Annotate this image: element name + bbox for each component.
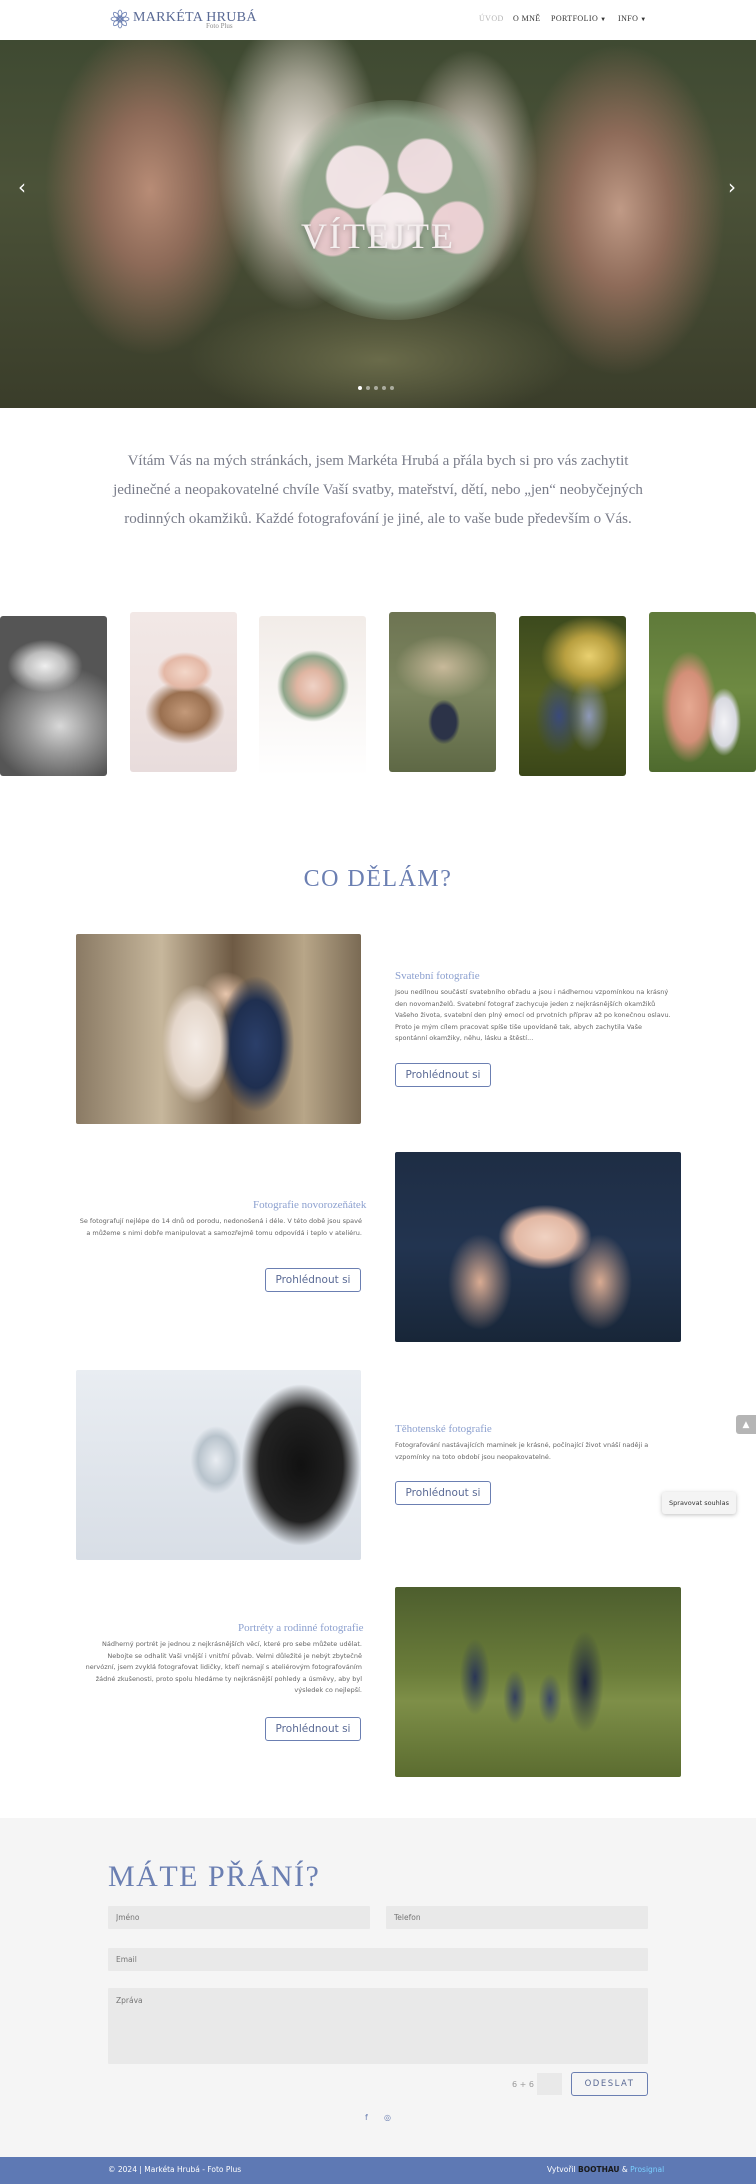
hero-title: VÍTEJTE <box>301 216 455 256</box>
view-newborn-button[interactable]: Prohlédnout si <box>265 1268 361 1292</box>
scroll-top-button[interactable]: ▲ <box>736 1415 756 1434</box>
gallery-photo-bouquet[interactable] <box>259 616 366 776</box>
logo-name[interactable]: MARKÉTA HRUBÁ <box>133 10 257 26</box>
copyright-text: © 2024 | Markéta Hrubá - Foto Plus <box>108 2165 242 2174</box>
service-text: Se fotografují nejlépe do 14 dnů od poro… <box>79 1217 362 1237</box>
service-photo-family[interactable] <box>395 1587 681 1777</box>
message-field[interactable] <box>108 1988 648 2064</box>
service-photo-wedding[interactable] <box>76 934 361 1124</box>
slider-dot[interactable] <box>358 386 362 390</box>
slider-dot[interactable] <box>366 386 370 390</box>
service-photo-maternity[interactable] <box>76 1370 361 1560</box>
send-button[interactable]: ODESLAT <box>571 2072 648 2096</box>
name-field[interactable] <box>108 1906 370 1929</box>
consent-button[interactable]: Spravovat souhlas <box>662 1492 736 1514</box>
nav-item-uvod[interactable]: ÚVOD <box>479 14 504 23</box>
service-text: Fotografování nastávajících maminek je k… <box>395 1441 649 1461</box>
slider-dot[interactable] <box>390 386 394 390</box>
nav-item-info[interactable]: INFO ▼ <box>618 14 647 23</box>
nav-item-portfolio[interactable]: PORTFOLIO ▼ <box>551 14 606 23</box>
phone-field[interactable] <box>386 1906 648 1929</box>
footer-credits: Vytvořil BOOTHAU & Prosignal <box>547 2165 664 2174</box>
slider-dot[interactable] <box>382 386 386 390</box>
slider-dot[interactable] <box>374 386 378 390</box>
facebook-icon[interactable]: f <box>365 2113 368 2122</box>
intro-text: Vítám Vás na mých stránkách, jsem Markét… <box>113 453 643 527</box>
slider-next-arrow[interactable]: › <box>728 175 736 199</box>
gallery-photo-newborn-bw[interactable] <box>0 616 107 776</box>
service-photo-newborn[interactable] <box>395 1152 681 1342</box>
slider-prev-arrow[interactable]: ‹ <box>18 175 26 199</box>
credits-amp: & <box>619 2165 631 2174</box>
captcha-input[interactable] <box>537 2073 562 2095</box>
contact-title: MÁTE PŘÁNÍ? <box>108 1860 321 1893</box>
nav-item-o-mne[interactable]: O MNĚ <box>513 14 541 23</box>
logo-subtitle: Foto Plus <box>206 22 233 30</box>
service-text: Nádherný portrét je jednou z nejkrásnějš… <box>85 1640 362 1694</box>
service-heading: Těhotenské fotografie <box>395 1423 492 1435</box>
service-heading: Portréty a rodinné fotografie <box>238 1622 364 1634</box>
view-maternity-button[interactable]: Prohlédnout si <box>395 1481 491 1505</box>
credits-prefix: Vytvořil <box>547 2165 578 2174</box>
gallery-photo-maternity[interactable] <box>649 612 756 772</box>
service-heading: Svatební fotografie <box>395 970 480 982</box>
view-wedding-button[interactable]: Prohlédnout si <box>395 1063 491 1087</box>
service-text: Jsou nedílnou součástí svatebního obřadu… <box>395 988 671 1042</box>
chevron-down-icon: ▼ <box>640 17 647 23</box>
instagram-icon[interactable]: ◎ <box>384 2113 391 2122</box>
chevron-down-icon: ▼ <box>600 17 607 23</box>
logo-icon[interactable] <box>110 9 130 29</box>
services-title: CO DĚLÁM? <box>303 866 453 892</box>
view-portraits-button[interactable]: Prohlédnout si <box>265 1717 361 1741</box>
credits-partner-link[interactable]: Prosignal <box>630 2165 664 2174</box>
email-field[interactable] <box>108 1948 648 1971</box>
gallery-photo-couple-bench[interactable] <box>389 612 496 772</box>
hero-bouquet-image <box>270 100 520 320</box>
credits-brand-link[interactable]: BOOTHAU <box>578 2165 620 2174</box>
slider-dots <box>358 386 394 392</box>
gallery-photo-couple-sunset[interactable] <box>519 616 626 776</box>
service-heading: Fotografie novorozeňátek <box>253 1199 367 1211</box>
gallery-photo-newborn-basket[interactable] <box>130 612 237 772</box>
